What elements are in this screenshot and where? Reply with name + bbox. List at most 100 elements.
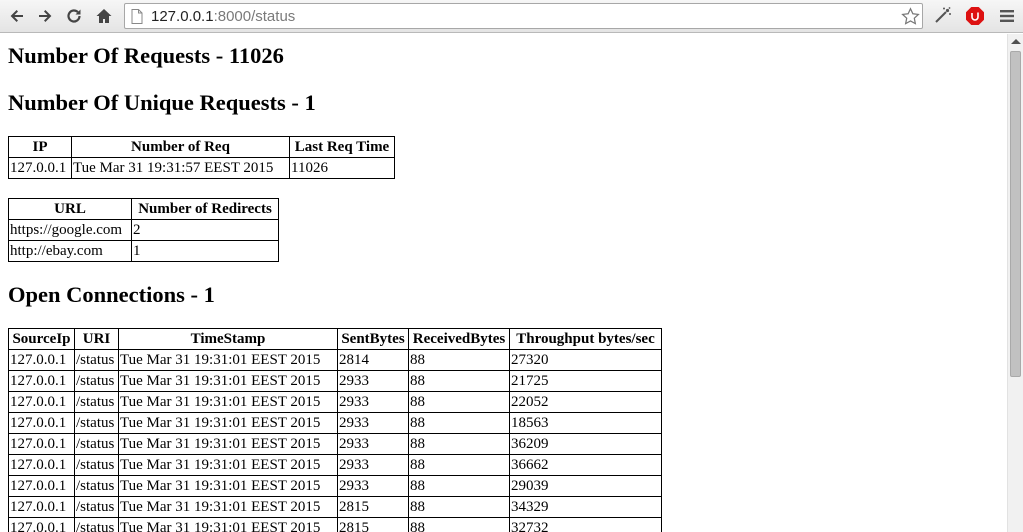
scrollbar-thumb[interactable]: [1010, 51, 1021, 377]
browser-toolbar: 127.0.0.1:8000/status: [0, 0, 1023, 33]
adblock-icon[interactable]: [964, 5, 986, 27]
table-cell: 34329: [509, 496, 662, 518]
table-row: 127.0.0.1 Tue Mar 31 19:31:57 EEST 2015 …: [8, 157, 395, 179]
table-row: http://ebay.com 1: [8, 240, 279, 262]
menu-icon[interactable]: [996, 5, 1018, 27]
connections-table-body: 127.0.0.1/status Tue Mar 31 19:31:01 EEST…: [8, 349, 662, 532]
table-cell: /status: [74, 349, 119, 371]
table-cell: 127.0.0.1: [8, 391, 75, 413]
vertical-scrollbar[interactable]: [1007, 34, 1023, 532]
column-header-throughput: Throughput bytes/sec: [509, 328, 662, 350]
table-cell: Tue Mar 31 19:31:01 EEST 2015: [118, 412, 338, 434]
table-row: 127.0.0.1/status Tue Mar 31 19:31:01 EEST…: [8, 454, 662, 476]
table-header-row: SourceIp URI TimeStamp SentBytes Receive…: [8, 328, 662, 350]
table-cell: https://google.com: [8, 219, 132, 241]
column-header-sent-bytes: SentBytes: [337, 328, 409, 350]
table-cell: 88: [408, 412, 510, 434]
table-cell: Tue Mar 31 19:31:01 EEST 2015: [118, 517, 338, 532]
table-cell: http://ebay.com: [8, 240, 132, 262]
table-cell: 127.0.0.1: [8, 157, 72, 179]
bookmark-star-icon[interactable]: [900, 6, 920, 26]
reload-icon[interactable]: [63, 5, 85, 27]
table-header-row: URL Number of Redirects: [8, 198, 279, 220]
table-cell: 11026: [289, 157, 395, 179]
table-cell: 21725: [509, 370, 662, 392]
table-cell: Tue Mar 31 19:31:01 EEST 2015: [118, 475, 338, 497]
url-path: :8000/status: [213, 7, 296, 25]
column-header-timestamp: TimeStamp: [118, 328, 338, 350]
table-cell: 29039: [509, 475, 662, 497]
table-row: 127.0.0.1/status Tue Mar 31 19:31:01 EEST…: [8, 370, 662, 392]
table-cell: 127.0.0.1: [8, 349, 75, 371]
table-cell: /status: [74, 496, 119, 518]
column-header-ip: IP: [8, 136, 72, 158]
column-header-source-ip: SourceIp: [8, 328, 75, 350]
table-cell: 88: [408, 349, 510, 371]
table-row: 127.0.0.1/status Tue Mar 31 19:31:01 EEST…: [8, 475, 662, 497]
table-cell: 88: [408, 517, 510, 532]
table-cell: 88: [408, 370, 510, 392]
table-cell: /status: [74, 370, 119, 392]
table-cell: 88: [408, 391, 510, 413]
table-cell: 1: [131, 240, 279, 262]
table-row: 127.0.0.1/status Tue Mar 31 19:31:01 EEST…: [8, 517, 662, 532]
scroll-up-arrow-icon[interactable]: [1011, 39, 1021, 44]
address-bar[interactable]: 127.0.0.1:8000/status: [124, 3, 923, 29]
table-row: 127.0.0.1/status Tue Mar 31 19:31:01 EEST…: [8, 412, 662, 434]
unique-requests-heading: Number Of Unique Requests - 1: [8, 90, 316, 115]
table-cell: 32732: [509, 517, 662, 532]
table-cell: 2933: [337, 454, 409, 476]
table-cell: Tue Mar 31 19:31:01 EEST 2015: [118, 370, 338, 392]
table-cell: 2933: [337, 412, 409, 434]
table-cell: 2814: [337, 349, 409, 371]
table-cell: 2: [131, 219, 279, 241]
column-header-last-req-time: Last Req Time: [289, 136, 395, 158]
extension-icon[interactable]: [932, 5, 954, 27]
table-cell: Tue Mar 31 19:31:01 EEST 2015: [118, 496, 338, 518]
table-cell: 2815: [337, 517, 409, 532]
column-header-url: URL: [8, 198, 132, 220]
table-row: 127.0.0.1/status Tue Mar 31 19:31:01 EEST…: [8, 349, 662, 371]
table-row: 127.0.0.1/status Tue Mar 31 19:31:01 EEST…: [8, 391, 662, 413]
back-icon[interactable]: [6, 5, 28, 27]
url-host: 127.0.0.1: [151, 7, 214, 25]
table-cell: 127.0.0.1: [8, 517, 75, 532]
table-cell: 88: [408, 433, 510, 455]
table-cell: Tue Mar 31 19:31:01 EEST 2015: [118, 454, 338, 476]
table-header-row: IP Number of Req Last Req Time: [8, 136, 395, 158]
table-cell: 2933: [337, 433, 409, 455]
table-cell: Tue Mar 31 19:31:01 EEST 2015: [118, 433, 338, 455]
table-cell: 2933: [337, 391, 409, 413]
table-cell: /status: [74, 454, 119, 476]
table-cell: 127.0.0.1: [8, 496, 75, 518]
column-header-uri: URI: [74, 328, 119, 350]
table-cell: 127.0.0.1: [8, 412, 75, 434]
table-cell: 127.0.0.1: [8, 454, 75, 476]
requests-count-heading: Number Of Requests - 11026: [8, 43, 284, 68]
table-cell: 18563: [509, 412, 662, 434]
redirect-table: URL Number of Redirects https://google.c…: [8, 198, 279, 262]
table-cell: 127.0.0.1: [8, 433, 75, 455]
table-cell: 88: [408, 454, 510, 476]
column-header-number-of-redirects: Number of Redirects: [131, 198, 279, 220]
open-connections-heading: Open Connections - 1: [8, 282, 215, 307]
connections-table: SourceIp URI TimeStamp SentBytes Receive…: [8, 328, 662, 532]
column-header-number-of-req: Number of Req: [71, 136, 290, 158]
table-cell: /status: [74, 391, 119, 413]
home-icon[interactable]: [93, 5, 115, 27]
table-cell: 2815: [337, 496, 409, 518]
table-cell: Tue Mar 31 19:31:57 EEST 2015: [71, 157, 290, 179]
table-row: 127.0.0.1/status Tue Mar 31 19:31:01 EEST…: [8, 433, 662, 455]
table-cell: 127.0.0.1: [8, 475, 75, 497]
page-icon: [131, 8, 145, 24]
ip-table: IP Number of Req Last Req Time 127.0.0.1…: [8, 136, 395, 179]
forward-icon[interactable]: [34, 5, 56, 27]
table-cell: 36662: [509, 454, 662, 476]
table-cell: /status: [74, 433, 119, 455]
table-row: https://google.com 2: [8, 219, 279, 241]
table-cell: /status: [74, 475, 119, 497]
page-content: Number Of Requests - 11026 Number Of Uni…: [0, 34, 1007, 532]
table-cell: 36209: [509, 433, 662, 455]
table-row: 127.0.0.1/status Tue Mar 31 19:31:01 EEST…: [8, 496, 662, 518]
table-cell: 27320: [509, 349, 662, 371]
